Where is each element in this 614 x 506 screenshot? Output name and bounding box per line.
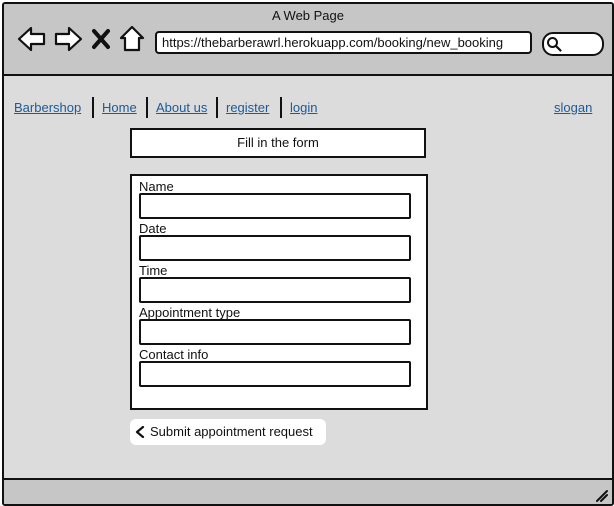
contact-info-label: Contact info: [139, 347, 209, 362]
submit-button-label: Submit appointment request: [150, 424, 313, 439]
nav-slogan-link[interactable]: slogan: [554, 100, 592, 115]
search-icon: [547, 37, 562, 52]
forward-arrow-icon[interactable]: [52, 24, 84, 54]
nav-divider: [146, 97, 148, 118]
home-icon[interactable]: [118, 24, 146, 54]
time-field[interactable]: [139, 277, 411, 303]
name-label: Name: [139, 179, 174, 194]
chevron-left-icon: [135, 426, 145, 438]
name-field[interactable]: [139, 193, 411, 219]
nav-link-login[interactable]: login: [290, 100, 317, 115]
url-bar[interactable]: https://thebarberawrl.herokuapp.com/book…: [155, 31, 532, 54]
close-x-icon[interactable]: [90, 24, 112, 54]
back-arrow-icon[interactable]: [16, 24, 48, 54]
appointment-type-label: Appointment type: [139, 305, 241, 320]
page-title: Fill in the form: [130, 128, 426, 158]
browser-chrome: A Web Page https://thebarberawrl.herokua…: [4, 4, 612, 76]
nav-divider: [216, 97, 218, 118]
nav-divider: [92, 97, 94, 118]
browser-window: A Web Page https://thebarberawrl.herokua…: [2, 2, 614, 506]
nav-link-register[interactable]: register: [226, 100, 269, 115]
search-box[interactable]: [542, 32, 604, 56]
appointment-type-field[interactable]: [139, 319, 411, 345]
status-bar: [4, 478, 612, 504]
nav-divider: [280, 97, 282, 118]
nav-link-about[interactable]: About us: [156, 100, 207, 115]
contact-info-field[interactable]: [139, 361, 411, 387]
site-nav: Barbershop Home About us register login …: [4, 97, 612, 119]
time-label: Time: [139, 263, 168, 278]
nav-link-home[interactable]: Home: [102, 100, 137, 115]
submit-appointment-button[interactable]: Submit appointment request: [130, 419, 326, 445]
date-field[interactable]: [139, 235, 411, 261]
nav-brand-link[interactable]: Barbershop: [14, 100, 81, 115]
date-label: Date: [139, 221, 167, 236]
booking-form: Name Date Time Appointment type Contact …: [130, 174, 428, 410]
resize-grip-icon[interactable]: [594, 488, 608, 502]
window-title: A Web Page: [271, 8, 345, 23]
